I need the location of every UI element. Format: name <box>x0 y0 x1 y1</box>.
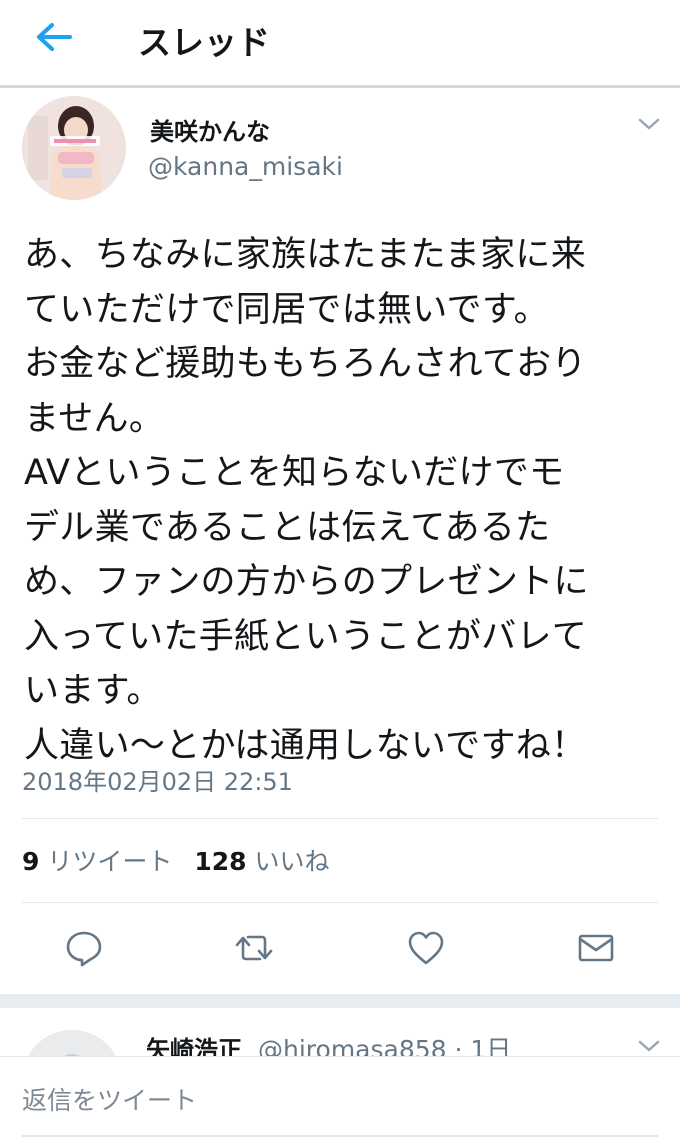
tweet-text-line: AVということを知らないだけでモ <box>24 453 565 493</box>
divider <box>22 902 658 903</box>
page-title: スレッド <box>138 23 270 62</box>
like-count[interactable]: 128 <box>194 847 246 876</box>
compose-underline <box>22 1135 658 1137</box>
retweet-label[interactable]: リツイート <box>47 847 172 876</box>
tweet-text-line: あ、ちなみに家族はたまたま家に来 <box>24 235 587 275</box>
tweet-text-line: お金など援助ももちろんされており <box>24 344 587 384</box>
divider <box>22 818 658 819</box>
avatar-photo <box>22 96 126 200</box>
tweet-text-line: 入っていた手紙ということがバレて <box>24 616 588 657</box>
compose-bar <box>0 1056 680 1144</box>
message-icon[interactable] <box>576 928 616 968</box>
retweet-icon[interactable] <box>234 928 274 968</box>
tweet-text-line: ません。 <box>24 398 165 439</box>
back-arrow-icon[interactable] <box>34 20 74 54</box>
tweet-text-line: デル業であることは伝えてあるた <box>24 507 551 548</box>
tweet-text-line: め、ファンの方からのプレゼントに <box>24 562 589 602</box>
top-bar: スレッド <box>0 0 680 88</box>
like-icon[interactable] <box>406 928 446 968</box>
author-handle[interactable]: @kanna_misaki <box>148 152 343 181</box>
reply-icon[interactable] <box>64 928 104 968</box>
tweet-text: あ、ちなみに家族はたまたま家に来 ていただけで同居では無いです。 お金など援助も… <box>24 228 664 773</box>
retweet-count[interactable]: 9 <box>22 847 39 876</box>
tweet-text-line: ていただけで同居では無いです。 <box>24 289 549 330</box>
tweet-stats: 9 リツイート 128 いいね <box>22 842 330 878</box>
like-label[interactable]: いいね <box>255 847 330 876</box>
chevron-down-icon[interactable] <box>636 114 662 134</box>
tweet-timestamp: 2018年02月02日 22:51 <box>22 768 293 796</box>
section-separator <box>0 994 680 1008</box>
reply-input[interactable] <box>22 1083 522 1117</box>
tweet-text-line: います。 <box>24 671 162 711</box>
chevron-down-icon[interactable] <box>636 1036 662 1056</box>
author-name[interactable]: 美咲かんな <box>150 112 270 147</box>
author-avatar[interactable] <box>22 96 126 200</box>
